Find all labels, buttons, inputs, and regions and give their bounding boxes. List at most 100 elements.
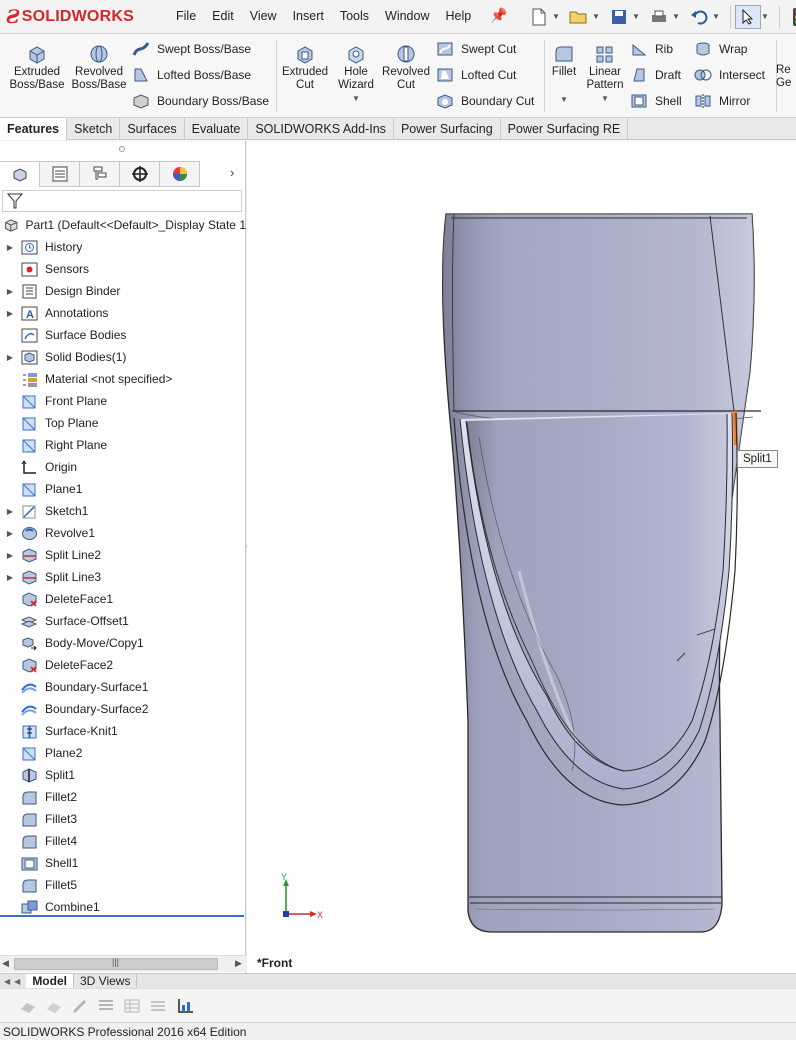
tab-surfaces[interactable]: Surfaces	[120, 118, 185, 140]
tab-evaluate[interactable]: Evaluate	[185, 118, 249, 140]
tab-3d-views[interactable]: 3D Views	[74, 973, 138, 989]
lines-icon[interactable]	[96, 997, 116, 1015]
tree-item-solid-bodies-1[interactable]: ▶ Solid Bodies(1)	[0, 346, 246, 368]
expand-arrow-icon[interactable]: ▶	[0, 529, 20, 538]
menu-tools[interactable]: Tools	[340, 9, 369, 23]
tree-item-plane2[interactable]: Plane2	[0, 742, 246, 764]
menu-help[interactable]: Help	[446, 9, 472, 23]
tab-power-surfacing-re[interactable]: Power Surfacing RE	[501, 118, 629, 140]
tree-item-origin[interactable]: Origin	[0, 456, 246, 478]
tree-item-fillet2[interactable]: Fillet2	[0, 786, 246, 808]
tree-item-body-move-copy1[interactable]: Body-Move/Copy1	[0, 632, 246, 654]
tab-addins[interactable]: SOLIDWORKS Add-Ins	[248, 118, 394, 140]
tree-item-fillet5[interactable]: Fillet5	[0, 874, 246, 896]
expand-arrow-icon[interactable]: ▶	[0, 353, 20, 362]
tree-item-design-binder[interactable]: ▶ Design Binder	[0, 280, 246, 302]
mirror-button[interactable]: Mirror	[694, 90, 750, 112]
tree-item-front-plane[interactable]: Front Plane	[0, 390, 246, 412]
tree-item-surface-bodies[interactable]: Surface Bodies	[0, 324, 246, 346]
shaded-mode-icon[interactable]	[44, 997, 64, 1015]
first-tab-icon[interactable]: ◀	[4, 977, 10, 986]
expand-arrow-icon[interactable]: ▶	[0, 551, 20, 560]
lofted-boss-button[interactable]: Lofted Boss/Base	[132, 64, 251, 86]
expand-arrow-icon[interactable]: ▶	[0, 243, 20, 252]
chevron-right-icon[interactable]: ›	[230, 165, 234, 180]
new-document-icon[interactable]	[526, 5, 552, 29]
tree-item-annotations[interactable]: ▶ A Annotations	[0, 302, 246, 324]
shell-button[interactable]: Shell	[630, 90, 682, 112]
tree-item-plane1[interactable]: Plane1	[0, 478, 246, 500]
prev-tab-icon[interactable]: ◀	[14, 977, 20, 986]
wrap-button[interactable]: Wrap	[694, 38, 747, 60]
tree-filter[interactable]	[2, 190, 242, 212]
swept-cut-button[interactable]: Swept Cut	[436, 38, 516, 60]
tree-item-fillet3[interactable]: Fillet3	[0, 808, 246, 830]
tree-root-part[interactable]: Part1 (Default<<Default>_Display State 1	[0, 214, 246, 236]
tab-features[interactable]: Features	[0, 118, 68, 140]
hole-wizard-dropdown-icon[interactable]: ▼	[326, 92, 386, 105]
tree-item-deleteface1[interactable]: DeleteFace1	[0, 588, 246, 610]
tree-item-fillet4[interactable]: Fillet4	[0, 830, 246, 852]
expand-arrow-icon[interactable]: ▶	[0, 309, 20, 318]
tree-item-top-plane[interactable]: Top Plane	[0, 412, 246, 434]
save-icon[interactable]	[606, 5, 632, 29]
tree-item-split1[interactable]: Split1	[0, 764, 246, 786]
part-model-render[interactable]: Y X	[247, 141, 796, 973]
menu-view[interactable]: View	[250, 9, 277, 23]
tree-item-material-not-specified[interactable]: Material <not specified>	[0, 368, 246, 390]
rebuild-traffic-light-icon[interactable]	[784, 5, 796, 29]
tree-item-surface-offset1[interactable]: Surface-Offset1	[0, 610, 246, 632]
new-dropdown-icon[interactable]: ▼	[552, 12, 562, 21]
swept-boss-button[interactable]: Swept Boss/Base	[132, 38, 251, 60]
tab-sketch[interactable]: Sketch	[67, 118, 121, 140]
revolved-boss-button[interactable]: Revolved Boss/Base	[69, 44, 129, 92]
table-icon[interactable]	[122, 997, 142, 1015]
expand-arrow-icon[interactable]: ▶	[0, 507, 20, 516]
dimxpert-manager-tab[interactable]	[120, 161, 160, 187]
tree-item-boundary-surface1[interactable]: Boundary-Surface1	[0, 676, 246, 698]
tree-item-revolve1[interactable]: ▶ Revolve1	[0, 522, 246, 544]
panel-grip[interactable]	[119, 146, 125, 152]
expand-arrow-icon[interactable]: ▶	[0, 287, 20, 296]
display-manager-tab[interactable]	[160, 161, 200, 187]
extruded-boss-button[interactable]: Extruded Boss/Base	[7, 44, 67, 92]
tree-item-right-plane[interactable]: Right Plane	[0, 434, 246, 456]
list-icon[interactable]	[148, 997, 168, 1015]
boundary-boss-button[interactable]: Boundary Boss/Base	[132, 90, 269, 112]
open-dropdown-icon[interactable]: ▼	[592, 12, 602, 21]
tree-item-shell1[interactable]: Shell1	[0, 852, 246, 874]
intersect-button[interactable]: Intersect	[694, 64, 765, 86]
tree-item-sensors[interactable]: Sensors	[0, 258, 246, 280]
pin-menu-icon[interactable]: 📌	[490, 7, 507, 24]
tree-item-split-line3[interactable]: ▶ Split Line3	[0, 566, 246, 588]
property-manager-tab[interactable]	[40, 161, 80, 187]
tab-power-surfacing[interactable]: Power Surfacing	[394, 118, 501, 140]
boundary-cut-button[interactable]: Boundary Cut	[436, 90, 534, 112]
rib-button[interactable]: Rib	[630, 38, 673, 60]
tree-item-split-line2[interactable]: ▶ Split Line2	[0, 544, 246, 566]
rollback-bar[interactable]	[0, 915, 244, 917]
feature-manager-tab[interactable]	[0, 161, 40, 187]
tree-item-deleteface2[interactable]: DeleteFace2	[0, 654, 246, 676]
linear-pattern-button[interactable]: Linear Pattern ▼	[583, 44, 627, 105]
solidworks-logo[interactable]: Ƨ SOLIDWORKS	[6, 4, 134, 30]
tab-model[interactable]: Model	[26, 973, 74, 989]
menu-file[interactable]: File	[176, 9, 196, 23]
view-mode-icon[interactable]	[18, 997, 38, 1015]
draft-button[interactable]: Draft	[630, 64, 681, 86]
select-dropdown-icon[interactable]: ▼	[761, 12, 771, 21]
horizontal-scrollbar[interactable]: ◀ ||| ▶	[0, 955, 246, 972]
scroll-right-icon[interactable]: ▶	[235, 958, 242, 969]
scroll-left-icon[interactable]: ◀	[2, 958, 9, 969]
tree-item-surface-knit1[interactable]: Surface-Knit1	[0, 720, 246, 742]
save-dropdown-icon[interactable]: ▼	[632, 12, 642, 21]
tree-item-sketch1[interactable]: ▶ Sketch1	[0, 500, 246, 522]
fillet-button[interactable]: Fillet ▼	[544, 44, 584, 106]
menu-insert[interactable]: Insert	[293, 9, 324, 23]
open-folder-icon[interactable]	[566, 5, 592, 29]
select-pointer-icon[interactable]	[735, 4, 761, 29]
undo-icon[interactable]	[686, 5, 712, 29]
configuration-manager-tab[interactable]	[80, 161, 120, 187]
tree-item-boundary-surface2[interactable]: Boundary-Surface2	[0, 698, 246, 720]
revolved-cut-button[interactable]: Revolved Cut	[376, 44, 436, 92]
